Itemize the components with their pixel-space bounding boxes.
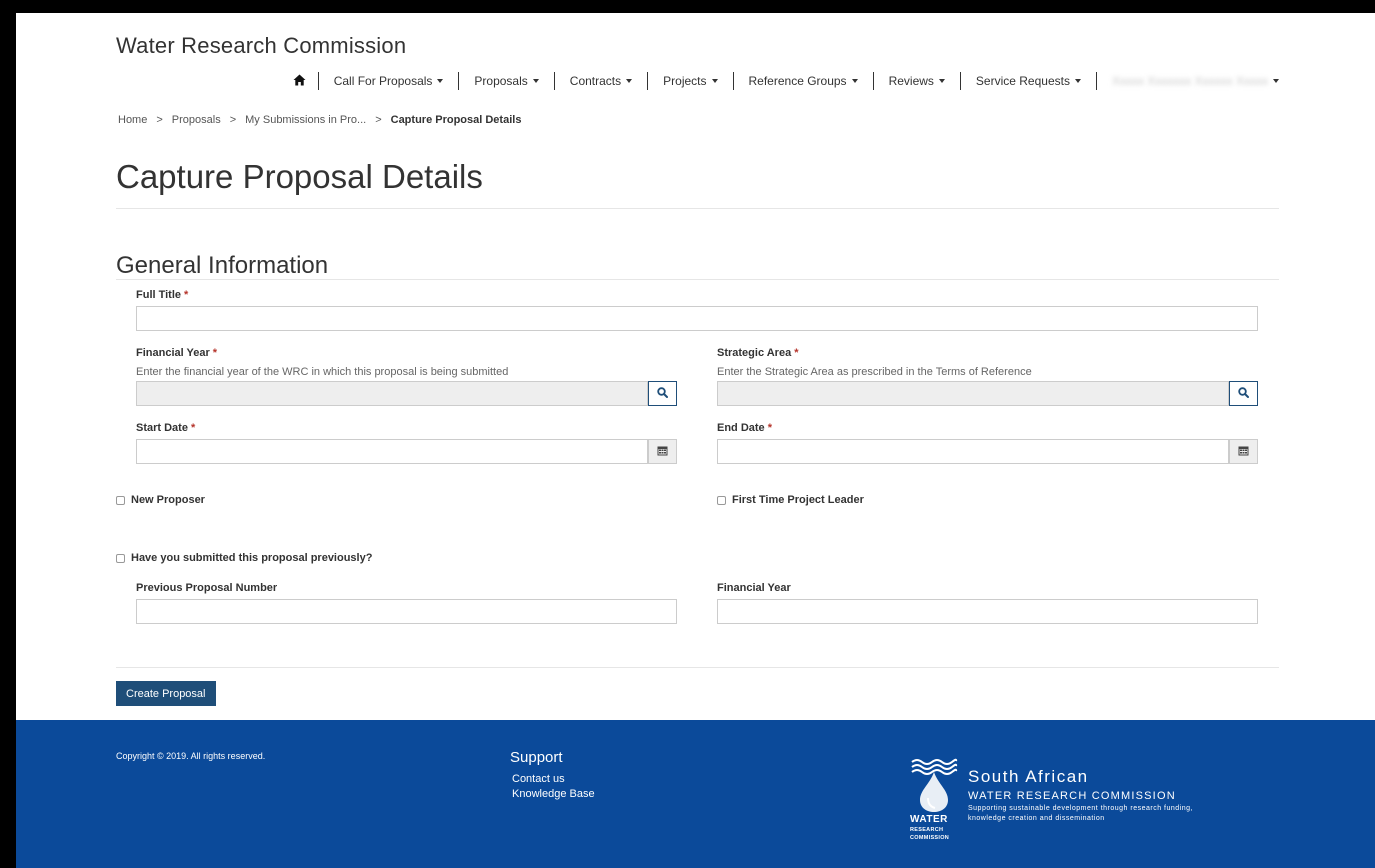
breadcrumb: Home > Proposals > My Submissions in Pro… [118, 114, 521, 126]
caret-down-icon [711, 79, 718, 83]
checkbox-label: Have you submitted this proposal previou… [131, 552, 373, 564]
end-date-label: End Date * [717, 422, 772, 434]
checkbox-box[interactable] [717, 495, 726, 505]
required-marker: * [190, 422, 196, 434]
required-marker: * [767, 422, 772, 434]
caret-down-icon [851, 79, 858, 83]
contact-us-link[interactable]: Contact us [512, 773, 565, 785]
caret-down-icon [1273, 79, 1279, 83]
breadcrumb-current: Capture Proposal Details [390, 114, 522, 126]
required-marker: * [184, 289, 189, 301]
nav-reviews[interactable]: Reviews [874, 72, 961, 90]
search-icon [1238, 385, 1249, 403]
section-divider [116, 279, 1279, 280]
breadcrumb-my-submissions[interactable]: My Submissions in Pro... [245, 114, 366, 126]
strategic-area-input[interactable] [717, 381, 1229, 406]
end-date-calendar-button[interactable] [1229, 439, 1258, 464]
nav-service-requests[interactable]: Service Requests [961, 72, 1097, 90]
previous-financial-year-input[interactable] [717, 599, 1258, 624]
start-date-input[interactable] [136, 439, 648, 464]
new-proposer-checkbox[interactable]: New Proposer [116, 494, 205, 506]
nav-home[interactable] [293, 72, 319, 90]
start-date-label: Start Date * [136, 422, 195, 434]
full-title-label: Full Title * [136, 289, 188, 301]
logo-line-1: South African [968, 767, 1089, 786]
full-title-input[interactable] [136, 306, 1258, 331]
main-nav: Call For Proposals Proposals Contracts P… [293, 72, 1279, 90]
nav-projects[interactable]: Projects [648, 72, 734, 90]
app-window: Water Research Commission Call For Propo… [16, 13, 1375, 868]
water-drop-icon [910, 758, 958, 818]
label-text: Strategic Area [717, 347, 792, 359]
financial-year-help: Enter the financial year of the WRC in w… [136, 366, 509, 378]
logo-word-commission: COMMISSION [910, 835, 950, 841]
nav-proposals[interactable]: Proposals [459, 72, 555, 90]
breadcrumb-separator: > [375, 114, 382, 126]
logo-line-3: Supporting sustainable development throu… [968, 805, 1193, 822]
financial-year-label: Financial Year * [136, 347, 217, 359]
previous-proposal-number-label: Previous Proposal Number [136, 582, 278, 594]
page-title: Capture Proposal Details [116, 158, 483, 195]
checkbox-label: New Proposer [131, 494, 205, 506]
logo-word-water: WATER [910, 814, 948, 825]
caret-down-icon [437, 79, 444, 83]
form-divider [116, 667, 1279, 668]
nav-user-menu[interactable]: Xxxxx Xxxxxxx Xxxxxx Xxxxx [1097, 72, 1279, 90]
support-title: Support [510, 749, 563, 766]
start-date-calendar-button[interactable] [648, 439, 677, 464]
nav-call-for-proposals[interactable]: Call For Proposals [319, 72, 460, 90]
wrc-logo: WATER RESEARCH COMMISSION South African … [910, 758, 1210, 848]
label-text: Financial Year [136, 347, 210, 359]
breadcrumb-home[interactable]: Home [118, 114, 147, 126]
home-icon [293, 74, 306, 89]
checkbox-label: First Time Project Leader [732, 494, 864, 506]
previous-proposal-number-input[interactable] [136, 599, 677, 624]
calendar-icon [1238, 443, 1249, 461]
first-time-leader-checkbox[interactable]: First Time Project Leader [717, 494, 864, 506]
submitted-previously-checkbox[interactable]: Have you submitted this proposal previou… [116, 552, 372, 564]
strategic-area-help: Enter the Strategic Area as prescribed i… [717, 366, 1032, 378]
nav-label: Proposals [474, 74, 528, 88]
required-marker: * [794, 347, 799, 359]
financial-year-input[interactable] [136, 381, 648, 406]
copyright: Copyright © 2019. All rights reserved. [116, 751, 266, 761]
breadcrumb-separator: > [229, 114, 237, 126]
strategic-area-label: Strategic Area * [717, 347, 798, 359]
title-divider [116, 208, 1279, 209]
nav-label: Service Requests [975, 74, 1070, 88]
end-date-input[interactable] [717, 439, 1229, 464]
nav-label: Contracts [569, 74, 622, 88]
label-text: Full Title [136, 289, 182, 301]
breadcrumb-separator: > [156, 114, 163, 126]
required-marker: * [212, 347, 218, 359]
brand-title[interactable]: Water Research Commission [116, 33, 406, 59]
nav-label: Reference Groups [748, 74, 847, 88]
checkbox-box[interactable] [116, 495, 125, 505]
footer: Copyright © 2019. All rights reserved. S… [16, 720, 1375, 868]
section-title: General Information [116, 252, 329, 279]
nav-label: Projects [663, 74, 707, 88]
search-icon [657, 385, 668, 403]
financial-year-search-button[interactable] [648, 381, 677, 406]
logo-line-2: WATER RESEARCH COMMISSION [968, 790, 1176, 802]
caret-down-icon [1074, 79, 1081, 83]
label-text: End Date [717, 422, 765, 434]
create-proposal-button[interactable]: Create Proposal [116, 681, 216, 706]
caret-down-icon [626, 79, 633, 83]
nav-label: Call For Proposals [333, 74, 433, 88]
label-text: Start Date [136, 422, 188, 434]
knowledge-base-link[interactable]: Knowledge Base [512, 788, 595, 800]
checkbox-box[interactable] [116, 553, 125, 563]
nav-reference-groups[interactable]: Reference Groups [734, 72, 874, 90]
logo-word-research: RESEARCH [910, 827, 944, 833]
user-name: Xxxxx Xxxxxxx Xxxxxx Xxxxx [1111, 74, 1268, 88]
caret-down-icon [938, 79, 945, 83]
breadcrumb-proposals[interactable]: Proposals [172, 114, 221, 126]
calendar-icon [657, 443, 668, 461]
caret-down-icon [532, 79, 539, 83]
nav-contracts[interactable]: Contracts [555, 72, 649, 90]
strategic-area-search-button[interactable] [1229, 381, 1258, 406]
previous-financial-year-label: Financial Year [717, 582, 791, 594]
nav-label: Reviews [888, 74, 934, 88]
